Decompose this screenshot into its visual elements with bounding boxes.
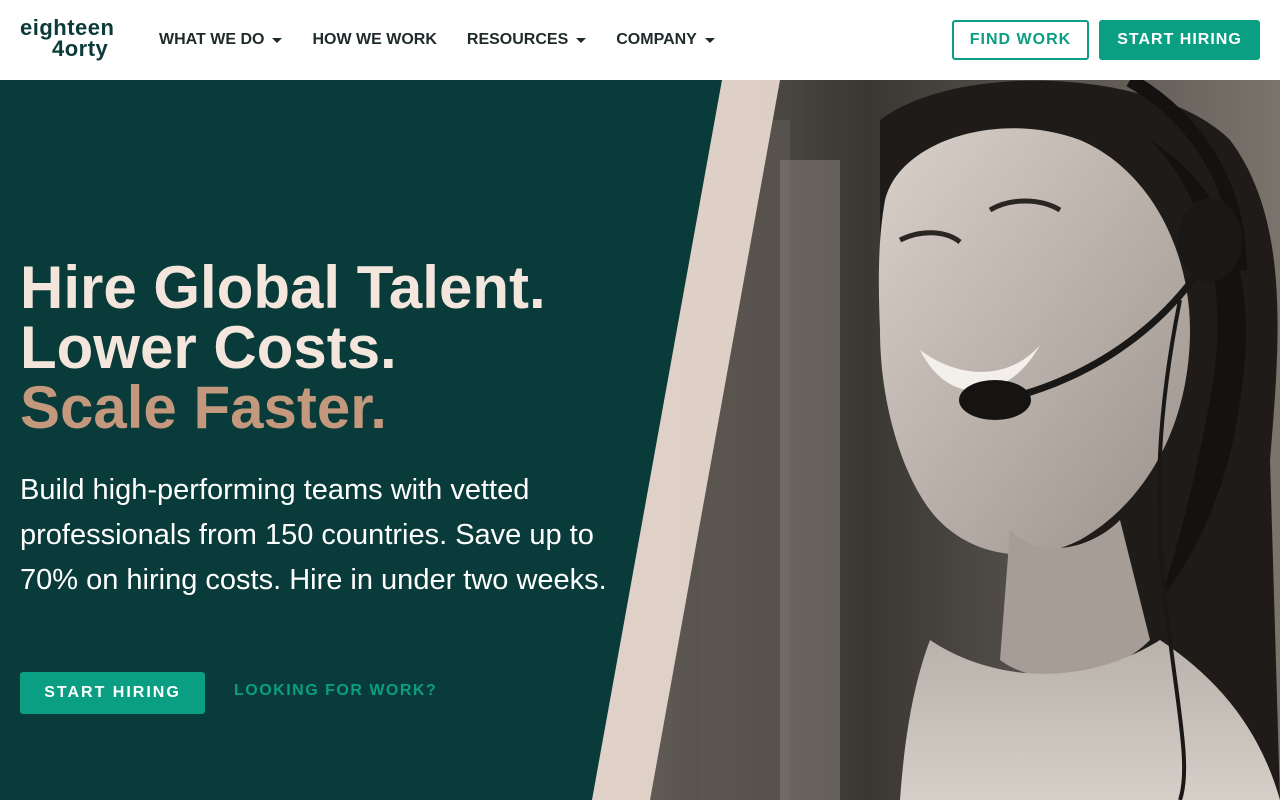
- caret-down-icon: [704, 37, 715, 43]
- brand-logo[interactable]: eighteen 4orty: [20, 16, 130, 66]
- headline-line3: Scale Faster.: [20, 374, 387, 441]
- caret-down-icon: [272, 37, 283, 43]
- nav-item-resources[interactable]: RESOURCES: [466, 31, 587, 49]
- hero-subtext: Build high-performing teams with vetted …: [20, 474, 607, 596]
- nav-item-label: HOW WE WORK: [312, 31, 437, 48]
- nav-item-what-we-do[interactable]: WHAT WE DO: [159, 31, 283, 49]
- hero-section: Hire Global Talent. Lower Costs. Scale F…: [0, 80, 1280, 800]
- nav-item-how-we-work[interactable]: HOW WE WORK: [312, 31, 436, 49]
- site-header: eighteen 4orty WHAT WE DO HOW WE WORK RE…: [0, 0, 1280, 80]
- start-hiring-header-button[interactable]: START HIRING: [1099, 20, 1260, 60]
- caret-down-icon: [576, 37, 587, 43]
- nav-item-label: COMPANY: [616, 31, 697, 48]
- main-nav: WHAT WE DO HOW WE WORK RESOURCES COMPANY: [159, 0, 745, 80]
- find-work-button[interactable]: FIND WORK: [952, 20, 1089, 60]
- logo-line2: 4orty: [52, 36, 109, 61]
- nav-item-label: RESOURCES: [466, 31, 569, 48]
- hero-headline: Hire Global Talent. Lower Costs. Scale F…: [20, 258, 546, 438]
- nav-item-label: WHAT WE DO: [159, 31, 265, 48]
- looking-for-work-link[interactable]: LOOKING FOR WORK?: [234, 682, 437, 700]
- headline-line1: Hire Global Talent.: [20, 254, 546, 321]
- headline-line2: Lower Costs.: [20, 314, 397, 381]
- nav-item-company[interactable]: COMPANY: [616, 31, 715, 49]
- start-hiring-hero-button[interactable]: START HIRING: [20, 672, 205, 714]
